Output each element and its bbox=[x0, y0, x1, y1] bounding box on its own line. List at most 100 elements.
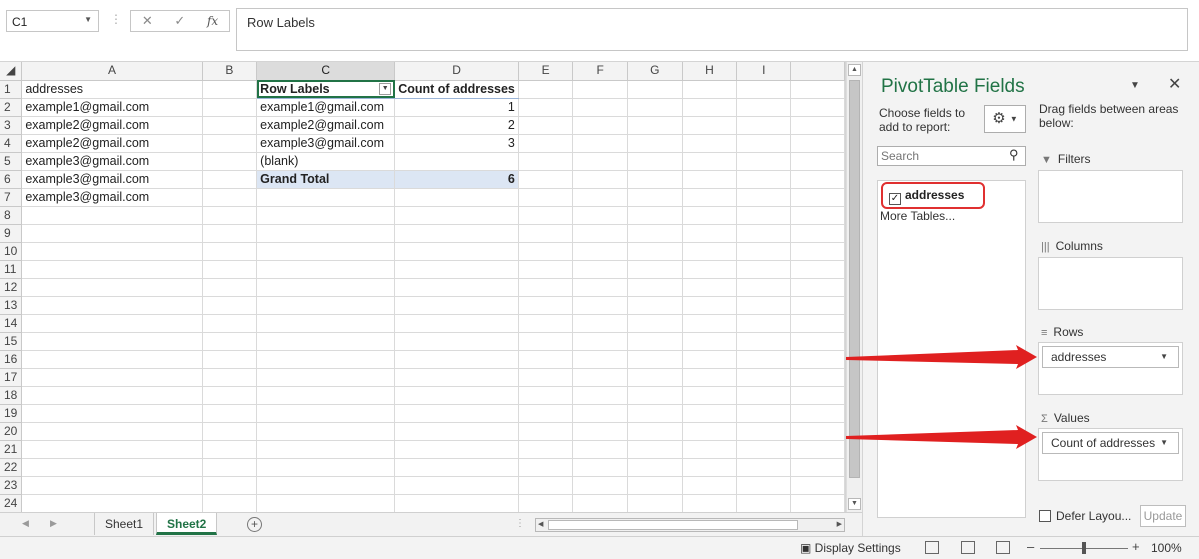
cell-a[interactable] bbox=[21, 350, 203, 369]
cell-empty[interactable] bbox=[627, 476, 683, 495]
field-search-input[interactable] bbox=[877, 146, 1026, 166]
row-header[interactable]: 2 bbox=[0, 98, 23, 117]
page-layout-view-icon[interactable] bbox=[961, 541, 975, 554]
cell-empty[interactable] bbox=[736, 386, 792, 405]
row-header[interactable]: 18 bbox=[0, 386, 23, 405]
cell-empty[interactable] bbox=[736, 494, 792, 512]
cell-c[interactable] bbox=[256, 368, 396, 387]
row-header[interactable]: 11 bbox=[0, 260, 23, 279]
page-break-view-icon[interactable] bbox=[996, 541, 1010, 554]
cell-a[interactable]: example2@gmail.com bbox=[21, 134, 203, 153]
cell-empty[interactable] bbox=[518, 332, 574, 351]
row-header[interactable]: 6 bbox=[0, 170, 23, 189]
cell-a[interactable] bbox=[21, 278, 203, 297]
formula-input[interactable]: Row Labels bbox=[236, 8, 1188, 51]
cell-empty[interactable] bbox=[736, 224, 792, 243]
cell-empty[interactable] bbox=[682, 440, 738, 459]
scroll-up-icon[interactable]: ▲ bbox=[848, 64, 861, 76]
row-header[interactable]: 14 bbox=[0, 314, 23, 333]
cell-empty[interactable] bbox=[682, 314, 738, 333]
cell-empty[interactable] bbox=[736, 80, 792, 99]
cell-b[interactable] bbox=[202, 98, 258, 117]
cell-empty[interactable] bbox=[572, 404, 628, 423]
cell-empty[interactable] bbox=[682, 476, 738, 495]
cell-empty[interactable] bbox=[790, 170, 845, 189]
cell-empty[interactable] bbox=[682, 422, 738, 441]
cell-a[interactable] bbox=[21, 422, 203, 441]
cell-empty[interactable] bbox=[518, 404, 574, 423]
horizontal-scroll-thumb[interactable] bbox=[548, 520, 798, 530]
cell-a[interactable]: example3@gmail.com bbox=[21, 188, 203, 207]
cell-b[interactable] bbox=[202, 368, 258, 387]
horizontal-scrollbar[interactable]: ◀ ▶ bbox=[535, 518, 845, 532]
cell-empty[interactable] bbox=[572, 422, 628, 441]
cell-empty[interactable] bbox=[627, 368, 683, 387]
zoom-slider-thumb[interactable] bbox=[1082, 542, 1086, 554]
values-field-pill[interactable]: Count of addresses ▼ bbox=[1042, 432, 1179, 454]
cell-empty[interactable] bbox=[518, 170, 574, 189]
cell-empty[interactable] bbox=[572, 116, 628, 135]
cell-empty[interactable] bbox=[627, 332, 683, 351]
columns-drop-area[interactable] bbox=[1038, 257, 1183, 310]
row-header[interactable]: 5 bbox=[0, 152, 23, 171]
cell-empty[interactable] bbox=[736, 476, 792, 495]
cell-empty[interactable] bbox=[627, 80, 683, 99]
cell-empty[interactable] bbox=[790, 296, 845, 315]
cell-empty[interactable] bbox=[627, 242, 683, 261]
cell-c[interactable] bbox=[256, 188, 396, 207]
cell-b[interactable] bbox=[202, 242, 258, 261]
cell-a[interactable] bbox=[21, 440, 203, 459]
column-header-b[interactable]: B bbox=[202, 62, 258, 81]
scroll-right-icon[interactable]: ▶ bbox=[837, 520, 842, 528]
row-header[interactable]: 7 bbox=[0, 188, 23, 207]
cell-empty[interactable] bbox=[736, 188, 792, 207]
column-header-f[interactable]: F bbox=[572, 62, 628, 81]
cell-c[interactable] bbox=[256, 224, 396, 243]
cell-empty[interactable] bbox=[682, 386, 738, 405]
vertical-scrollbar[interactable]: ▲ ▼ bbox=[846, 62, 862, 512]
cell-empty[interactable] bbox=[736, 206, 792, 225]
cell-d[interactable] bbox=[394, 224, 519, 243]
cell-d[interactable]: 2 bbox=[394, 116, 519, 135]
chevron-down-icon[interactable]: ▼ bbox=[84, 15, 92, 24]
row-header[interactable]: 3 bbox=[0, 116, 23, 135]
cell-empty[interactable] bbox=[518, 476, 574, 495]
cell-empty[interactable] bbox=[682, 260, 738, 279]
cell-d[interactable] bbox=[394, 440, 519, 459]
cell-empty[interactable] bbox=[790, 368, 845, 387]
cell-empty[interactable] bbox=[572, 206, 628, 225]
cell-empty[interactable] bbox=[572, 260, 628, 279]
cell-empty[interactable] bbox=[682, 296, 738, 315]
defer-layout-update[interactable]: Defer Layou... bbox=[1039, 509, 1131, 523]
cell-d[interactable] bbox=[394, 296, 519, 315]
cell-b[interactable] bbox=[202, 134, 258, 153]
field-checkbox[interactable]: ✓ bbox=[889, 193, 901, 205]
cell-empty[interactable] bbox=[790, 134, 845, 153]
cell-b[interactable] bbox=[202, 188, 258, 207]
column-header-d[interactable]: D bbox=[394, 62, 519, 81]
cell-empty[interactable] bbox=[627, 296, 683, 315]
cell-a[interactable] bbox=[21, 368, 203, 387]
cell-d[interactable] bbox=[394, 260, 519, 279]
cell-c[interactable]: example3@gmail.com bbox=[256, 134, 396, 153]
cell-c[interactable] bbox=[256, 422, 396, 441]
cell-b[interactable] bbox=[202, 350, 258, 369]
cell-a[interactable] bbox=[21, 404, 203, 423]
chevron-down-icon[interactable]: ▼ bbox=[1160, 438, 1168, 447]
cell-empty[interactable] bbox=[736, 170, 792, 189]
cell-c[interactable] bbox=[256, 332, 396, 351]
cell-empty[interactable] bbox=[627, 116, 683, 135]
cell-empty[interactable] bbox=[572, 224, 628, 243]
normal-view-icon[interactable] bbox=[925, 541, 939, 554]
cell-empty[interactable] bbox=[518, 386, 574, 405]
column-header-h[interactable]: H bbox=[682, 62, 738, 81]
cell-b[interactable] bbox=[202, 278, 258, 297]
search-icon[interactable]: ⚲ bbox=[1009, 147, 1019, 163]
cell-empty[interactable] bbox=[627, 350, 683, 369]
cell-empty[interactable] bbox=[790, 206, 845, 225]
row-header[interactable]: 20 bbox=[0, 422, 23, 441]
column-header-e[interactable]: E bbox=[518, 62, 574, 81]
cell-d[interactable] bbox=[394, 458, 519, 477]
cell-empty[interactable] bbox=[790, 386, 845, 405]
cell-empty[interactable] bbox=[572, 440, 628, 459]
